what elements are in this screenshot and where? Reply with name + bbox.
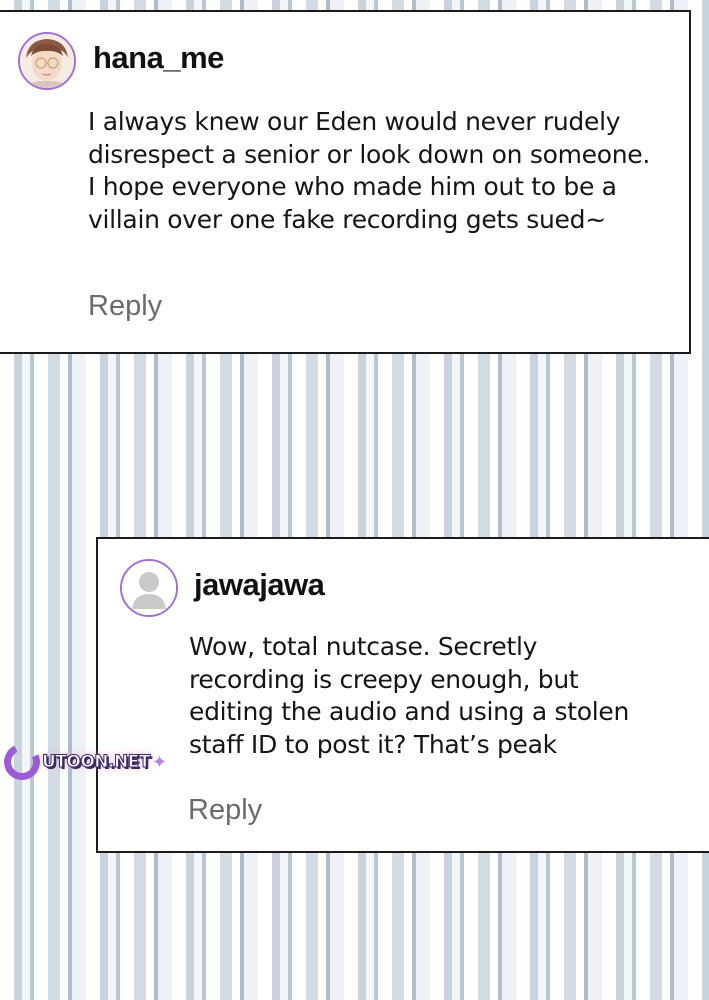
reply-button[interactable]: Reply (88, 290, 162, 323)
comment-text: Wow, total nutcase. Secretly recording i… (189, 632, 630, 759)
site-watermark: UTOON.NET ✦ (0, 738, 184, 786)
avatar[interactable] (120, 559, 178, 617)
watermark-text: UTOON.NET (42, 752, 151, 773)
watermark-logo-icon (0, 738, 46, 786)
profile-photo-icon (20, 34, 74, 88)
default-user-icon (122, 561, 176, 615)
comment-text: I always knew our Eden would never rudel… (88, 107, 650, 234)
username[interactable]: jawajawa (194, 567, 325, 603)
reply-button[interactable]: Reply (188, 794, 262, 827)
sparkle-icon: ✦ (151, 751, 168, 773)
avatar[interactable] (18, 32, 76, 90)
comment-card-hana-me: hana_me I always knew our Eden would nev… (0, 10, 691, 354)
comment-card-jawajawa: jawajawa Wow, total nutcase. Secretly re… (96, 537, 709, 853)
username[interactable]: hana_me (93, 40, 224, 76)
